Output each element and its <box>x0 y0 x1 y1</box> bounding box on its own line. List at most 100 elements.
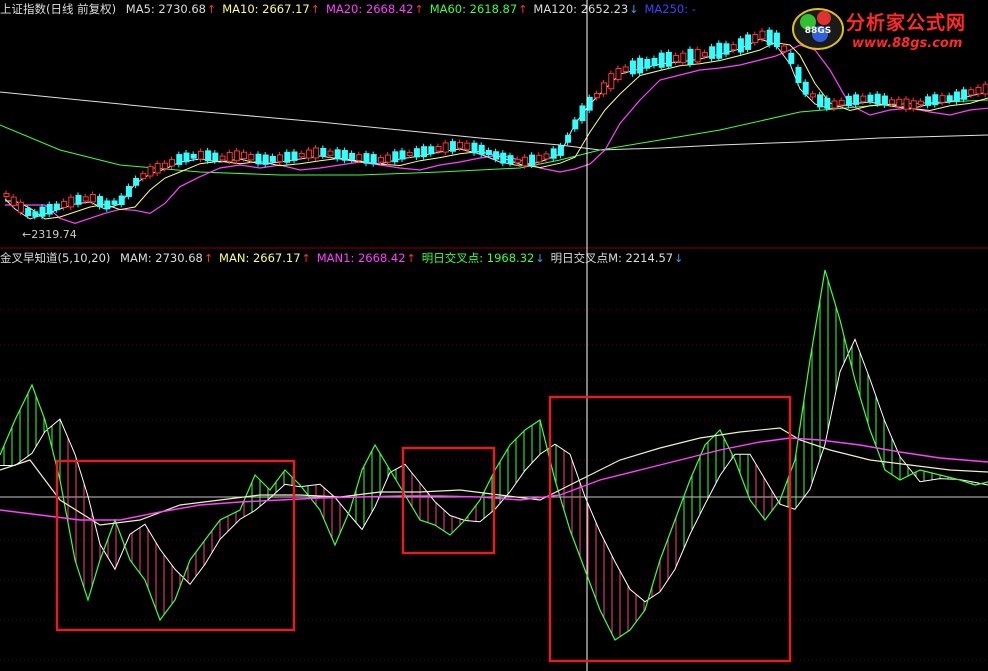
candle-body <box>341 150 348 161</box>
candle-body <box>536 154 543 163</box>
candle-body <box>939 95 946 103</box>
candle-body <box>795 67 802 83</box>
indicator-legend-item-4: 明日交叉点M: 2214.57↓ <box>550 251 684 265</box>
candle-body <box>766 29 773 46</box>
candle-body <box>125 186 132 197</box>
site-watermark: 88GS 分析家公式网 www.88gs.com <box>790 2 988 58</box>
candle-body <box>579 105 586 122</box>
candle-body <box>248 154 255 161</box>
price-legend-arrow-icon: ↑ <box>414 3 424 16</box>
candle-body <box>25 208 32 217</box>
candle-body <box>982 83 988 95</box>
candle-body <box>809 93 816 98</box>
candle-body <box>413 148 420 158</box>
price-legend-item-4: MA120: 2652.23↓ <box>533 2 639 16</box>
candle-body <box>917 100 924 106</box>
candle-body <box>817 94 824 108</box>
candle-body <box>32 211 39 217</box>
price-legend-arrow-icon: ↓ <box>629 3 639 16</box>
candle-body <box>219 155 226 161</box>
candle-body <box>442 142 449 153</box>
candle-body <box>183 152 190 163</box>
candle-body <box>514 158 521 164</box>
candle-body <box>824 97 831 109</box>
candle-body <box>889 99 896 105</box>
candle-body <box>457 142 464 149</box>
candle-body <box>860 95 867 103</box>
indicator-legend: 金叉早知道(5,10,20) MAM: 2730.68↑ MAN: 2667.17… <box>0 250 695 266</box>
ma5-line <box>4 38 988 220</box>
candle-body <box>550 148 557 159</box>
price-legend-item-0: MA5: 2730.68↑ <box>125 2 217 16</box>
candle-body <box>97 196 104 208</box>
candle-body <box>471 142 478 154</box>
candle-body <box>61 200 68 208</box>
candle-body <box>241 151 248 160</box>
candle-body <box>615 68 622 80</box>
candle-body <box>658 52 665 68</box>
candle-body <box>140 173 147 180</box>
candle-body <box>565 134 572 143</box>
candle-body <box>169 159 176 167</box>
candle-body <box>147 166 154 177</box>
candle-body <box>385 154 392 163</box>
candle-body <box>313 147 320 159</box>
price-legend-arrow-icon: ↑ <box>207 3 217 16</box>
candle-body <box>233 150 240 162</box>
candle-body <box>802 81 809 95</box>
candle-body <box>133 178 140 186</box>
candle-body <box>197 150 204 160</box>
candle-body <box>435 146 442 152</box>
candle-body <box>853 94 860 105</box>
candle-body <box>320 147 327 157</box>
watermark-logo-text: 88GS <box>805 26 831 36</box>
candle-body <box>910 100 917 110</box>
indicator-legend-item-1: MAN: 2667.17↑ <box>219 251 311 265</box>
candle-body <box>277 154 284 163</box>
candle-body <box>543 153 550 160</box>
candle-body <box>118 195 125 206</box>
candle-body <box>968 89 975 96</box>
candle-body <box>10 196 17 206</box>
candle-body <box>694 49 701 63</box>
candle-body <box>701 52 708 57</box>
watermark-url: www.88gs.com <box>852 36 963 51</box>
chart-stage[interactable] <box>0 0 988 671</box>
candle-body <box>82 196 89 202</box>
highlight-box-1 <box>55 459 296 632</box>
candle-body <box>730 44 737 51</box>
candle-body <box>845 95 852 106</box>
candle-body <box>370 154 377 165</box>
candle-body <box>593 92 600 99</box>
candle-body <box>903 98 910 110</box>
candle-body <box>572 119 579 130</box>
candle-body <box>953 91 960 102</box>
ma10-line <box>5 41 988 220</box>
candle-body <box>745 34 752 50</box>
indicator-legend-item-0: MAM: 2730.68↑ <box>120 251 214 265</box>
candle-body <box>529 154 536 166</box>
candle-body <box>586 96 593 111</box>
candle-body <box>3 193 10 197</box>
price-legend-arrow-icon: ↑ <box>310 3 320 16</box>
indicator-legend-item-2: MAN1: 2668.42↑ <box>316 251 416 265</box>
candle-body <box>637 57 644 74</box>
candle-body <box>644 58 651 69</box>
candle-body <box>377 157 384 163</box>
watermark-logo-icon: 88GS <box>792 8 844 50</box>
candle-body <box>392 151 399 163</box>
candle-body <box>716 42 723 59</box>
candle-body <box>932 94 939 106</box>
candle-body <box>53 203 60 211</box>
candle-body <box>925 96 932 106</box>
candle-body <box>521 156 528 167</box>
candle-body <box>723 43 730 55</box>
candle-body <box>298 152 305 158</box>
ma60-line <box>0 99 988 176</box>
candle-body <box>946 95 953 102</box>
candle-body <box>291 151 298 161</box>
candle-body <box>975 86 982 95</box>
candle-body <box>709 46 716 59</box>
price-legend-item-2: MA20: 2668.42↑ <box>325 2 424 16</box>
candle-body <box>334 149 341 160</box>
